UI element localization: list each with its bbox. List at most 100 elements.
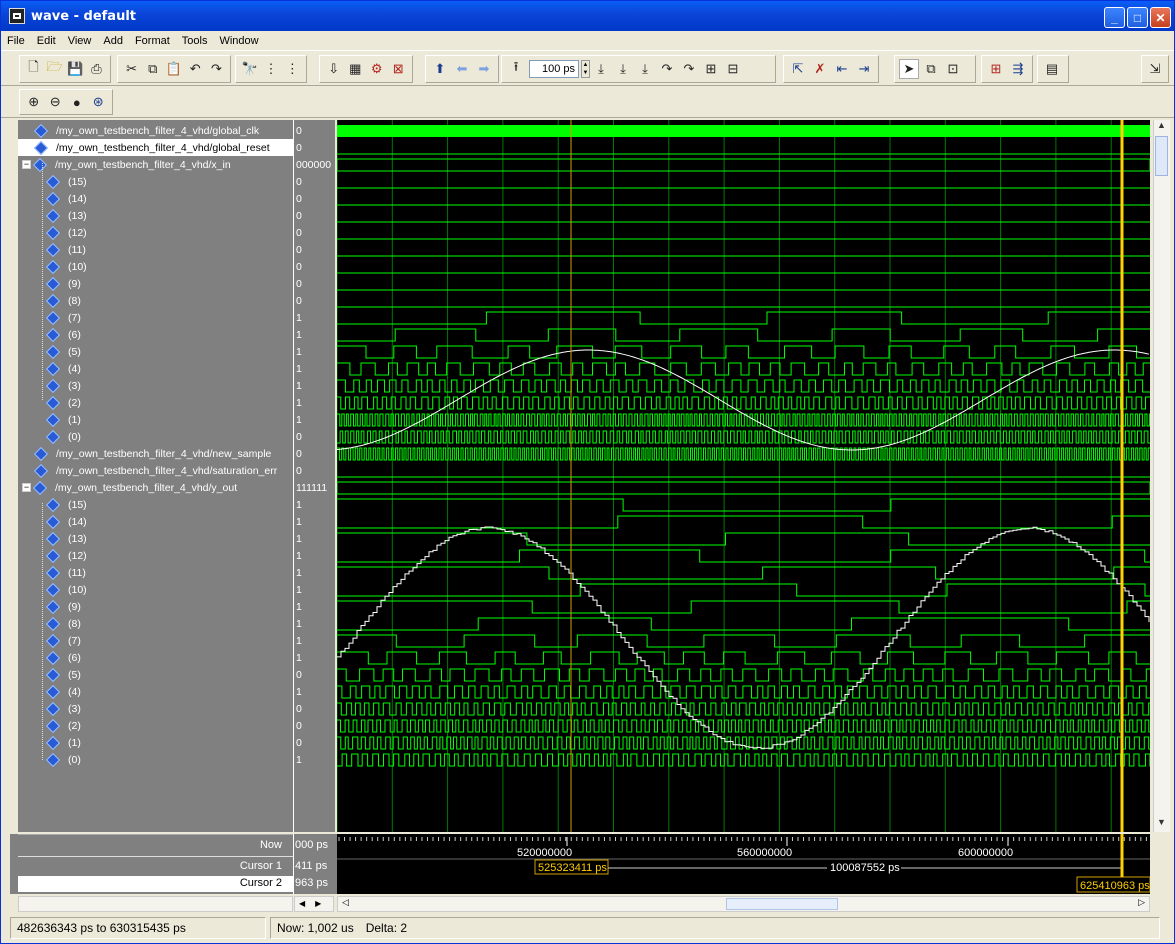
signal-row[interactable]: (15) (18, 173, 293, 190)
delete-cursor-icon[interactable]: ✗ (810, 59, 830, 79)
back-arrow-icon[interactable]: ⬅ (452, 59, 472, 79)
signal-row[interactable]: (14) (18, 513, 293, 530)
compile-all-icon[interactable]: ▦ (346, 59, 366, 79)
signal-row[interactable]: (1) (18, 734, 293, 751)
signal-row[interactable]: (7) (18, 309, 293, 326)
signal-row[interactable]: (0) (18, 428, 293, 445)
scroll-right-icon[interactable]: ▷ (1138, 897, 1145, 908)
signal-row[interactable]: (6) (18, 649, 293, 666)
run-length-spinner[interactable]: ▲ ▼ (581, 60, 590, 78)
step-icon[interactable]: ↷ (657, 59, 677, 79)
signal-row[interactable]: /my_own_testbench_filter_4_vhd/global_cl… (18, 122, 293, 139)
cursor2-label[interactable]: Cursor 2 (110, 877, 282, 889)
add-cursor-icon[interactable]: ⇱ (788, 59, 808, 79)
cut-icon[interactable]: ✂ (122, 59, 141, 79)
scroll-left-icon[interactable]: ◁ (342, 897, 349, 908)
title-bar[interactable]: wave - default _ □ ✕ (1, 1, 1174, 31)
redo-icon[interactable]: ↷ (207, 59, 226, 79)
compile-icon[interactable]: ⇩ (324, 59, 344, 79)
signal-row[interactable]: /my_own_testbench_filter_4_vhd/saturatio… (18, 462, 293, 479)
signal-row[interactable]: (4) (18, 683, 293, 700)
save-icon[interactable]: 💾 (66, 59, 85, 79)
continue-icon[interactable]: ⤓ (613, 59, 633, 79)
waveform-canvas[interactable] (337, 120, 1150, 832)
signal-row[interactable]: /my_own_testbench_filter_4_vhd/global_re… (18, 139, 293, 156)
simulate-icon[interactable]: ⚙ (367, 59, 387, 79)
menu-file[interactable]: File (7, 35, 25, 47)
undo-icon[interactable]: ↶ (186, 59, 205, 79)
zoom-cursor-icon[interactable]: ⊛ (89, 92, 109, 112)
signal-row[interactable]: (5) (18, 343, 293, 360)
collapse-icon[interactable]: − (22, 160, 31, 169)
signal-row[interactable]: (3) (18, 377, 293, 394)
maximize-button[interactable]: □ (1127, 7, 1148, 28)
run-icon[interactable]: ⤓ (591, 59, 611, 79)
signal-row[interactable]: (3) (18, 700, 293, 717)
find-prev-icon[interactable]: ⋮ (283, 59, 302, 79)
copy-icon[interactable]: ⧉ (143, 59, 162, 79)
up-arrow-icon[interactable]: ⬆ (430, 59, 450, 79)
menu-window[interactable]: Window (219, 35, 258, 47)
wave-hscrollbar[interactable]: ◁ ▷ (337, 896, 1150, 912)
next-edge-icon[interactable]: ⇥ (854, 59, 874, 79)
run-length-input[interactable] (529, 60, 579, 78)
find-icon[interactable]: 🔭 (240, 59, 259, 79)
stop-icon[interactable]: ⊟ (723, 59, 743, 79)
menu-tools[interactable]: Tools (182, 35, 208, 47)
menu-view[interactable]: View (68, 35, 92, 47)
values-hscrollbar[interactable]: ◀ ▶ (294, 896, 334, 912)
dataflow-icon[interactable]: ⊞ (986, 59, 1006, 79)
cursor1-label[interactable]: Cursor 1 (110, 860, 282, 872)
zoom-out-icon[interactable]: ⊖ (46, 92, 66, 112)
timeline-ruler[interactable]: 520000000 560000000 600000000 525323411 ps 1… (337, 834, 1150, 894)
signal-row[interactable]: (9) (18, 598, 293, 615)
compare-icon[interactable]: ▤ (1042, 59, 1062, 79)
trace-icon[interactable]: ⇶ (1008, 59, 1028, 79)
signal-row[interactable]: (15) (18, 496, 293, 513)
signal-row[interactable]: (13) (18, 530, 293, 547)
prev-edge-icon[interactable]: ⇤ (832, 59, 852, 79)
close-button[interactable]: ✕ (1150, 7, 1171, 28)
zoom-in-icon[interactable]: ⊕ (24, 92, 44, 112)
scroll-down-icon[interactable]: ▼ (1154, 817, 1169, 832)
vertical-scroll-thumb[interactable] (1155, 136, 1168, 176)
zoom-full-icon[interactable]: ● (67, 92, 87, 112)
signal-row[interactable]: (11) (18, 564, 293, 581)
names-hscrollbar[interactable] (18, 896, 293, 912)
paste-icon[interactable]: 📋 (164, 59, 183, 79)
collapse-icon[interactable]: − (22, 483, 31, 492)
step-over-icon[interactable]: ↷ (679, 59, 699, 79)
undock-icon[interactable]: ⇲ (1146, 59, 1164, 79)
wave-scroll-thumb[interactable] (726, 898, 838, 910)
signal-row[interactable]: (9) (18, 275, 293, 292)
signal-row[interactable]: (10) (18, 258, 293, 275)
signal-row[interactable]: (11) (18, 241, 293, 258)
zoom-mode-icon[interactable]: ⧉ (921, 59, 941, 79)
scroll-up-icon[interactable]: ▲ (1154, 120, 1169, 135)
signal-row[interactable]: − /my_own_testbench_filter_4_vhd/y_out (18, 479, 293, 496)
signal-row[interactable]: (6) (18, 326, 293, 343)
signal-row[interactable]: (12) (18, 547, 293, 564)
signal-row[interactable]: (4) (18, 360, 293, 377)
vertical-scrollbar[interactable]: ▲ ▼ (1153, 120, 1170, 832)
run-all-icon[interactable]: ⤓ (635, 59, 655, 79)
print-icon[interactable]: ⎙ (87, 59, 106, 79)
menu-add[interactable]: Add (103, 35, 123, 47)
new-file-icon[interactable]: 🗋 (24, 59, 43, 79)
signal-row[interactable]: (8) (18, 615, 293, 632)
forward-arrow-icon[interactable]: ➡ (474, 59, 494, 79)
open-folder-icon[interactable]: 🗁 (45, 59, 64, 79)
signal-row[interactable]: (0) (18, 751, 293, 768)
break-icon[interactable]: ⊠ (389, 59, 409, 79)
signal-row[interactable]: (8) (18, 292, 293, 309)
restart-sim-icon[interactable]: ⊞ (701, 59, 721, 79)
signal-row[interactable]: (5) (18, 666, 293, 683)
signal-row[interactable]: (7) (18, 632, 293, 649)
menu-format[interactable]: Format (135, 35, 170, 47)
restart-icon[interactable]: ⭱ (506, 59, 526, 79)
signal-row[interactable]: (2) (18, 717, 293, 734)
find-next-icon[interactable]: ⋮ (261, 59, 280, 79)
signal-row[interactable]: (2) (18, 394, 293, 411)
select-mode-icon[interactable]: ➤ (899, 59, 919, 79)
signal-row[interactable]: (13) (18, 207, 293, 224)
